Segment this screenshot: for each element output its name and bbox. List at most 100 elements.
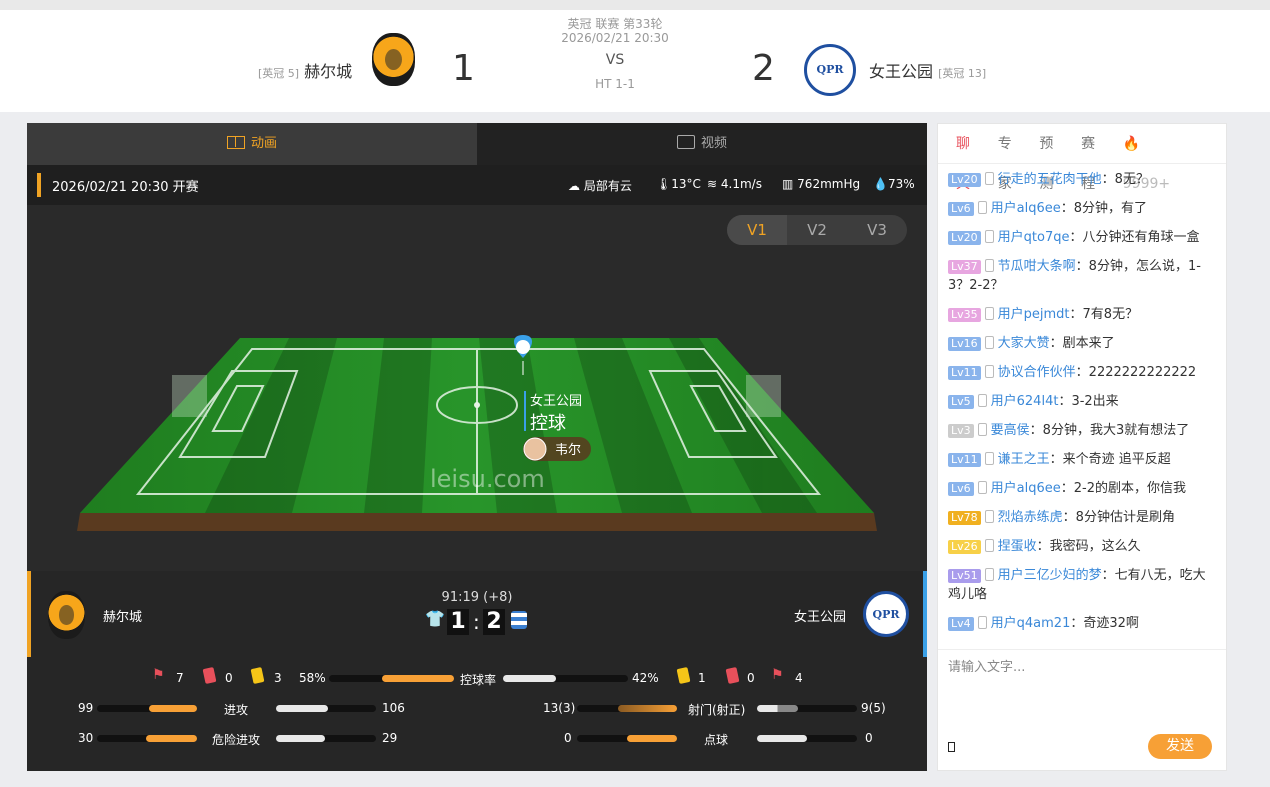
chat-username[interactable]: 用户624l4t	[991, 394, 1059, 409]
event-team: 女王公园	[530, 393, 582, 409]
home-shots: 13(3)	[543, 701, 576, 715]
temperature: 🌡13°C	[656, 177, 701, 191]
away-team-header[interactable]: 女王公园 [英冠 13]	[869, 58, 986, 82]
tab-animation-label: 动画	[250, 136, 277, 151]
version-v2[interactable]: V2	[787, 215, 847, 245]
chat-colon: ：	[1049, 452, 1063, 467]
chat-text: 2-2的剧本，你信我	[1073, 481, 1186, 496]
chat-colon: ：	[1101, 568, 1115, 583]
version-v1[interactable]: V1	[727, 215, 787, 245]
pitch-soil	[77, 513, 877, 531]
level-badge: Lv51	[948, 569, 981, 583]
match-info-bar: 2026/02/21 20:30 开赛 ☁ 局部有云 🌡13°C ≋ 4.1m/…	[27, 165, 927, 205]
live-scorebar: 赫尔城 91:19 (+8) 👕 1 : 2 女王公园	[27, 571, 927, 657]
emoji-icon[interactable]	[948, 742, 955, 752]
home-team-header[interactable]: [英冠 5] 赫尔城	[258, 58, 352, 82]
level-badge: Lv78	[948, 511, 981, 525]
chat-colon: ：	[1058, 394, 1072, 409]
pitch-icon	[226, 136, 245, 149]
chat-username[interactable]: 用户qto7qe	[998, 230, 1070, 245]
chat-username[interactable]: 要高侯	[991, 423, 1030, 438]
chat-message: Lv11 协议合作伙伴：2222222222222	[948, 363, 1218, 382]
chat-text: 我密码，这么久	[1049, 539, 1141, 554]
home-shots-bar	[577, 705, 677, 712]
phone-icon	[984, 230, 994, 243]
away-team-name: 女王公园	[869, 62, 934, 81]
home-penalty-fill	[627, 735, 677, 742]
phone-icon	[984, 510, 994, 523]
home-jersey-icon: 👕	[425, 609, 445, 628]
pressure-icon: ▥	[782, 177, 794, 191]
level-badge: Lv3	[948, 424, 974, 438]
tab-expert[interactable]: 专家	[998, 124, 1022, 192]
chat-username[interactable]: 用户q4am21	[991, 616, 1071, 631]
chat-username[interactable]: 谦王之王	[998, 452, 1050, 467]
away-color-stripe	[923, 571, 927, 657]
away-shots-fill	[757, 705, 798, 712]
away-team-logo[interactable]	[804, 44, 856, 96]
level-badge: Lv20	[948, 231, 981, 245]
live-away-score: 2	[483, 609, 505, 635]
phone-icon	[977, 201, 987, 214]
live-home-score: 1	[447, 609, 469, 635]
home-possession-fill	[381, 675, 454, 682]
home-corner-flag-icon: ⚑	[152, 667, 165, 683]
chat-username[interactable]: 节瓜咁大条啊	[998, 259, 1076, 274]
phone-icon	[984, 172, 994, 185]
chat-colon: ：	[1062, 510, 1076, 525]
away-corner-flag-icon: ⚑	[771, 667, 784, 683]
chat-input[interactable]: 请输入文字...	[948, 656, 1025, 675]
droplet-icon: 💧	[873, 177, 888, 191]
chat-username[interactable]: 捏蛋收	[998, 539, 1037, 554]
home-shots-fill	[617, 705, 677, 712]
home-team-name: 赫尔城	[304, 62, 353, 81]
level-badge: Lv11	[948, 453, 981, 467]
chat-text: 来个奇迹 追平反超	[1062, 452, 1171, 467]
watermark: leisu.com	[430, 465, 545, 493]
phone-icon	[984, 307, 994, 320]
away-danger-fill	[276, 735, 326, 742]
tab-schedule[interactable]: 赛程	[1081, 124, 1105, 192]
away-logo-small[interactable]	[863, 591, 909, 637]
chat-username[interactable]: 用户alq6ee	[991, 481, 1061, 496]
chat-username[interactable]: 烈焰赤练虎	[998, 510, 1063, 525]
hot-count[interactable]: 🔥9999+	[1123, 124, 1208, 192]
chat-message: Lv4 用户q4am21：奇迹32啊	[948, 614, 1218, 633]
home-attack-fill	[148, 705, 197, 712]
away-possession-bar	[503, 675, 628, 682]
chat-username[interactable]: 大家大赞	[998, 336, 1050, 351]
chat-text: 八分钟还有角球一盒	[1082, 230, 1200, 245]
home-rank: [英冠 5]	[258, 67, 300, 80]
tab-prediction[interactable]: 预测	[1039, 124, 1063, 192]
league-round: 英冠 联赛 第33轮	[567, 17, 663, 31]
player-name: 韦尔	[555, 443, 581, 458]
chat-username[interactable]: 用户三亿少妇的梦	[998, 568, 1102, 583]
tab-chat[interactable]: 聊天	[956, 124, 980, 192]
home-penalty-bar	[577, 735, 677, 742]
level-badge: Lv20	[948, 173, 981, 187]
tab-video[interactable]: 视频	[477, 123, 927, 165]
chat-username[interactable]: 协议合作伙伴	[998, 365, 1076, 380]
tab-animation[interactable]: 动画	[27, 123, 477, 165]
chat-input-area: 请输入文字... 发送	[938, 649, 1226, 771]
home-team-logo[interactable]	[372, 33, 415, 86]
wind-icon: ≋	[707, 177, 718, 191]
send-button[interactable]: 发送	[1148, 734, 1212, 759]
away-rank: [英冠 13]	[938, 67, 987, 80]
away-possession-fill	[503, 675, 556, 682]
level-badge: Lv6	[948, 482, 974, 496]
chat-message: Lv51 用户三亿少妇的梦：七有八无，吃大鸡儿咯	[948, 566, 1218, 604]
away-corners: 4	[795, 671, 803, 685]
chat-username[interactable]: 行走的五花肉干他	[998, 172, 1102, 187]
home-red-cards: 0	[225, 671, 233, 685]
home-score: 1	[452, 48, 475, 89]
chat-username[interactable]: 用户pejmdt	[998, 307, 1070, 322]
home-penalty: 0	[564, 731, 572, 745]
thermometer-icon: 🌡	[656, 177, 672, 191]
chat-colon: ：	[1070, 616, 1084, 631]
chat-username[interactable]: 用户alq6ee	[991, 201, 1061, 216]
phone-icon	[977, 481, 987, 494]
version-v3[interactable]: V3	[847, 215, 907, 245]
wind-speed: ≋ 4.1m/s	[707, 177, 762, 191]
level-badge: Lv16	[948, 337, 981, 351]
